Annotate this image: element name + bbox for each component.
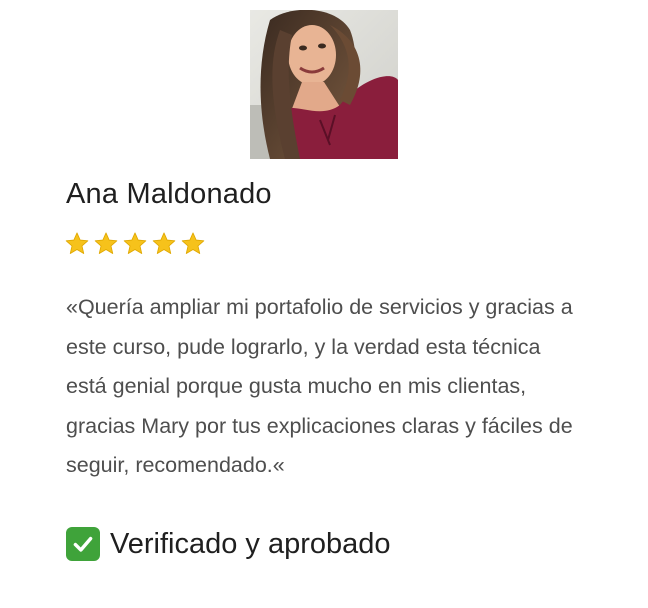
reviewer-photo [250,10,398,159]
check-mark-icon [66,527,100,561]
review-quote: «Quería ampliar mi portafolio de servici… [66,295,573,477]
star-icon [94,232,118,254]
reviewer-name: Ana Maldonado [66,178,272,210]
verified-badge: Verificado y aprobado [66,524,391,564]
star-icon [181,232,205,254]
star-icon [152,232,176,254]
star-rating [64,231,206,261]
verified-label: Verificado y aprobado [110,528,391,560]
star-icon [65,232,89,254]
star-icon [123,232,147,254]
